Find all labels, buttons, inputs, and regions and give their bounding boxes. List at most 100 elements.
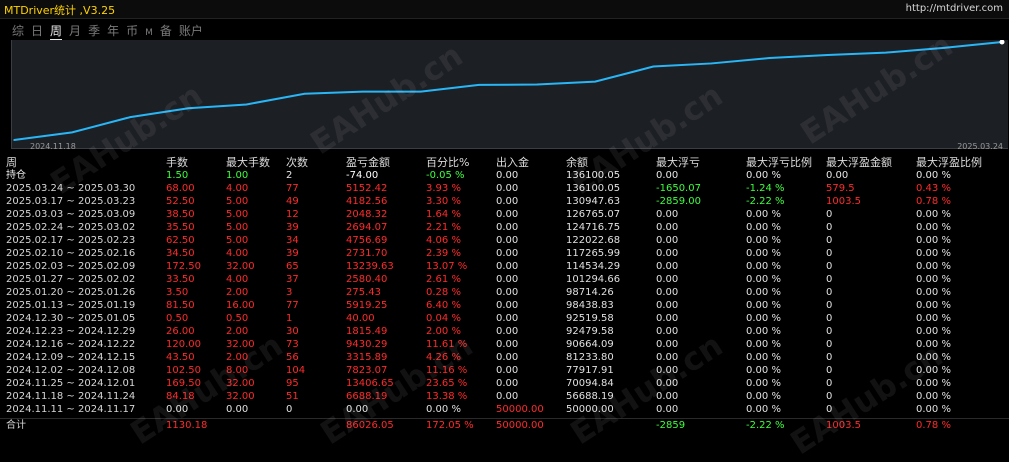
- tab-7[interactable]: M: [145, 28, 153, 38]
- table-row-cell-10: 1003.5: [826, 196, 861, 207]
- table-row-cell-0: 2024.11.18 ~ 2024.11.24: [6, 391, 136, 402]
- table-row-cell-7: 92519.58: [566, 313, 614, 324]
- table-row-cell-4: 40.00: [346, 313, 375, 324]
- table-row-cell-4: 4182.56: [346, 196, 388, 207]
- tab-6[interactable]: 币: [126, 22, 138, 39]
- table-row-cell-1: 102.50: [166, 365, 201, 376]
- table-row: 2024.12.30 ~ 2025.01.05 0.50 0.50 1 40.00 0.0…: [0, 312, 1009, 325]
- table-row-cell-11: 0.43 %: [916, 183, 951, 194]
- table-row-cell-7: 98714.26: [566, 287, 614, 298]
- table-row-cell-9: 0.00 %: [746, 300, 781, 311]
- table-row-cell-10: 0: [826, 248, 833, 259]
- table-row-cell-3: 77: [286, 300, 299, 311]
- table-row-cell-10: 0: [826, 274, 833, 285]
- table-row-cell-10: 0: [826, 209, 833, 220]
- table-row-cell-7: 117265.99: [566, 248, 621, 259]
- table-row-cell-10: 0: [826, 326, 833, 337]
- table-row-cell-6: 0.00: [496, 196, 519, 207]
- table-row-cell-3: 77: [286, 183, 299, 194]
- table-row-cell-11: 0.00 %: [916, 339, 951, 350]
- table-row-cell-6: 0.00: [496, 326, 519, 337]
- table-row-cell-8: 0.00: [656, 287, 679, 298]
- table-row-cell-0: 2025.02.03 ~ 2025.02.09: [6, 261, 136, 272]
- table-row-cell-11: 0.00 %: [916, 300, 951, 311]
- table-row-cell-10: 0: [826, 261, 833, 272]
- table-row-cell-0: 2025.02.17 ~ 2025.02.23: [6, 235, 136, 246]
- table-row-cell-3: 30: [286, 326, 299, 337]
- table-row-cell-2: 32.00: [226, 378, 255, 389]
- table-row: 2024.12.02 ~ 2024.12.08 102.50 8.00 104 7823…: [0, 364, 1009, 377]
- table-row-cell-5: 23.65 %: [426, 378, 468, 389]
- table-row-cell-1: 35.50: [166, 222, 195, 233]
- table-row-cell-2: 2.00: [226, 287, 249, 298]
- table-row-cell-8: -2859.00: [656, 196, 701, 207]
- table-row: 2024.12.09 ~ 2024.12.15 43.50 2.00 56 3315.8…: [0, 351, 1009, 364]
- table-header-cell-10: 最大浮盈金额: [826, 156, 892, 169]
- table-row-cell-9: 0.00 %: [746, 261, 781, 272]
- equity-point-2: [129, 116, 132, 118]
- table-row-cell-10: 579.5: [826, 183, 855, 194]
- table-row-cell-1: 26.00: [166, 326, 195, 337]
- holding-row-cell-6: 0.00: [496, 170, 519, 181]
- table-row: 2025.01.13 ~ 2025.01.19 81.50 16.00 77 5919.…: [0, 299, 1009, 312]
- table-row-cell-5: 0.04 %: [426, 313, 461, 324]
- equity-line: [13, 41, 1003, 141]
- holding-row-cell-3: 2: [286, 170, 293, 181]
- equity-point-9: [536, 83, 538, 86]
- table-row-cell-3: 0: [286, 404, 293, 415]
- table-row: 2025.01.27 ~ 2025.02.02 33.50 4.00 37 2580.4…: [0, 273, 1009, 286]
- table-row-cell-1: 43.50: [166, 352, 195, 363]
- table-header-cell-9: 最大浮亏比例: [746, 156, 812, 169]
- table-row-cell-7: 126765.07: [566, 209, 621, 220]
- total-row-cell-6: 50000.00: [496, 420, 544, 431]
- equity-end-marker: [999, 40, 1005, 45]
- table-row-cell-8: 0.00: [656, 404, 679, 415]
- table-row-cell-6: 0.00: [496, 313, 519, 324]
- table-row-cell-0: 2025.01.20 ~ 2025.01.26: [6, 287, 136, 298]
- table-row-cell-10: 0: [826, 287, 833, 298]
- table-row-cell-5: 13.38 %: [426, 391, 468, 402]
- table-row-cell-1: 84.18: [166, 391, 195, 402]
- tab-8[interactable]: 备: [160, 22, 172, 39]
- tab-5[interactable]: 年: [107, 22, 119, 39]
- table-row-cell-6: 0.00: [496, 352, 519, 363]
- table-row-cell-6: 50000.00: [496, 404, 544, 415]
- table-row-cell-4: 4756.69: [346, 235, 388, 246]
- table-row-cell-6: 0.00: [496, 274, 519, 285]
- table-row-cell-1: 172.50: [166, 261, 201, 272]
- table-row: 2025.03.17 ~ 2025.03.23 52.50 5.00 49 4182.5…: [0, 195, 1009, 208]
- table-row-cell-6: 0.00: [496, 378, 519, 389]
- holding-row: 持仓 1.50 1.00 2 -74.00 -0.05 % 0.00 136100.05 0.0…: [0, 169, 1009, 182]
- table-row-cell-3: 34: [286, 235, 299, 246]
- tab-2[interactable]: 周: [50, 22, 63, 40]
- holding-row-cell-10: 0.00: [826, 170, 849, 181]
- table-row-cell-7: 90664.09: [566, 339, 614, 350]
- table-row-cell-4: 2580.40: [346, 274, 388, 285]
- table-header-cell-3: 次数: [286, 156, 308, 169]
- table-row-cell-8: 0.00: [656, 235, 679, 246]
- table-row-cell-6: 0.00: [496, 300, 519, 311]
- website-link[interactable]: http://mtdriver.com: [906, 3, 1003, 14]
- table-row-cell-2: 4.00: [226, 248, 249, 259]
- holding-row-cell-9: 0.00 %: [746, 170, 781, 181]
- table-row-cell-8: 0.00: [656, 378, 679, 389]
- table-row-cell-0: 2024.11.25 ~ 2024.12.01: [6, 378, 136, 389]
- equity-point-11: [652, 65, 655, 68]
- table-row-cell-7: 77917.91: [566, 365, 614, 376]
- table-row-cell-7: 122022.68: [566, 235, 621, 246]
- holding-row-cell-4: -74.00: [346, 170, 379, 181]
- tab-0[interactable]: 综: [12, 22, 24, 39]
- tab-3[interactable]: 月: [69, 22, 81, 39]
- tab-9[interactable]: 账户: [179, 22, 203, 39]
- table-row-cell-1: 0.50: [166, 313, 189, 324]
- holding-row-cell-8: 0.00: [656, 170, 679, 181]
- tab-4[interactable]: 季: [88, 22, 100, 39]
- table-row-cell-2: 2.00: [226, 326, 249, 337]
- table-row-cell-6: 0.00: [496, 222, 519, 233]
- tab-1[interactable]: 日: [31, 22, 43, 39]
- table-row-cell-1: 169.50: [166, 378, 201, 389]
- table-row-cell-5: 3.30 %: [426, 196, 461, 207]
- table-row-cell-9: -1.24 %: [746, 183, 785, 194]
- table-row-cell-0: 2024.12.16 ~ 2024.12.22: [6, 339, 136, 350]
- table-row-cell-11: 0.78 %: [916, 196, 951, 207]
